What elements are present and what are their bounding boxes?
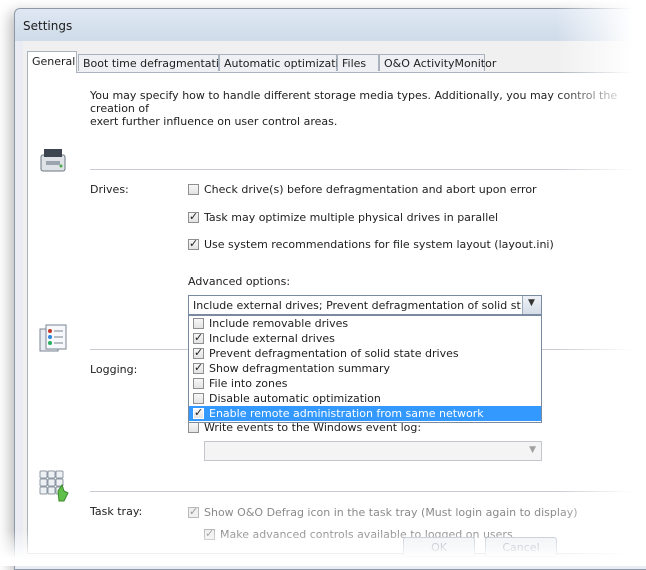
advanced-option-removable[interactable]: Include removable drives <box>189 316 541 331</box>
advanced-option-label: Disable automatic optimization <box>209 392 381 405</box>
separator <box>90 169 646 170</box>
intro-line-2: exert further influence on user control … <box>90 115 338 128</box>
advanced-option-summary[interactable]: ✓ Show defragmentation summary <box>189 361 541 376</box>
advanced-option-remote-admin[interactable]: ✓ Enable remote administration from same… <box>189 406 541 421</box>
window-title: Settings <box>23 19 73 33</box>
general-tab-page: You may specify how to handle different … <box>27 72 646 554</box>
checkmark-icon: ✓ <box>189 505 199 518</box>
cancel-button[interactable]: Cancel <box>485 537 557 557</box>
advanced-option-label: Prevent defragmentation of solid state d… <box>209 347 459 360</box>
checkmark-icon: ✓ <box>194 346 204 359</box>
parallel-drives-checkbox[interactable]: ✓ <box>188 210 199 223</box>
title-bar[interactable]: Settings <box>15 9 646 41</box>
dialog-client: General Boot time defragmentation Automa… <box>23 41 646 561</box>
advanced-controls-checkbox[interactable]: ✓ <box>204 527 215 540</box>
advanced-options-label: Advanced options: <box>188 275 291 288</box>
advanced-option-label: Enable remote administration from same n… <box>209 407 484 420</box>
write-events-checkbox[interactable] <box>188 422 199 433</box>
separator <box>90 491 646 492</box>
advanced-options-value: Include external drives; Prevent defragm… <box>193 299 521 312</box>
advanced-options-dropdown: Include removable drives ✓ Include exter… <box>188 315 542 423</box>
parallel-drives-label: Task may optimize multiple physical driv… <box>204 211 499 224</box>
ok-button[interactable]: OK <box>403 537 475 557</box>
tab-boot-time-defragmentation[interactable]: Boot time defragmentation <box>78 54 233 71</box>
tab-activitymonitor[interactable]: O&O ActivityMonitor <box>379 54 496 71</box>
show-tray-icon-checkbox[interactable]: ✓ <box>188 505 199 518</box>
advanced-option-external[interactable]: ✓ Include external drives <box>189 331 541 346</box>
checkmark-icon: ✓ <box>194 331 204 344</box>
external-checkbox[interactable]: ✓ <box>193 331 204 344</box>
intro-text: You may specify how to handle different … <box>90 89 646 128</box>
log-icon <box>39 324 67 352</box>
dropdown-arrow-icon: ▼ <box>529 445 536 455</box>
checkmark-icon: ✓ <box>194 406 204 419</box>
layout-ini-label: Use system recommendations for file syst… <box>204 238 554 251</box>
settings-window: Settings General Boot time defragmentati… <box>14 8 646 570</box>
advanced-option-label: Include removable drives <box>209 317 349 330</box>
check-drives-checkbox[interactable] <box>188 184 199 195</box>
tab-automatic-optimization[interactable]: Automatic optimization <box>219 54 352 71</box>
summary-checkbox[interactable]: ✓ <box>193 361 204 374</box>
keypad-icon <box>39 470 69 502</box>
drive-icon <box>40 149 66 172</box>
layout-ini-checkbox[interactable]: ✓ <box>188 237 199 250</box>
advanced-option-label: Show defragmentation summary <box>209 362 391 375</box>
checkmark-icon: ✓ <box>189 237 199 250</box>
removable-checkbox[interactable] <box>193 318 204 329</box>
tab-files[interactable]: Files <box>337 54 379 71</box>
advanced-options-combobox[interactable]: Include external drives; Prevent defragm… <box>188 295 542 315</box>
remote-admin-checkbox[interactable]: ✓ <box>193 406 204 419</box>
dropdown-arrow-icon[interactable]: ▼ <box>522 296 541 314</box>
check-drives-label: Check drive(s) before defragmentation an… <box>204 183 537 196</box>
zones-checkbox[interactable] <box>193 378 204 389</box>
advanced-option-label: Include external drives <box>209 332 335 345</box>
intro-line-1: You may specify how to handle different … <box>90 89 618 115</box>
advanced-option-label: File into zones <box>209 377 288 390</box>
event-log-combobox[interactable]: ▼ <box>204 441 542 461</box>
drives-label: Drives: <box>90 183 129 196</box>
ssd-checkbox[interactable]: ✓ <box>193 346 204 359</box>
task-tray-label: Task tray: <box>90 505 143 518</box>
logging-label: Logging: <box>90 363 138 376</box>
advanced-option-disable-auto[interactable]: Disable automatic optimization <box>189 391 541 406</box>
advanced-option-ssd[interactable]: ✓ Prevent defragmentation of solid state… <box>189 346 541 361</box>
tab-general[interactable]: General <box>27 51 77 73</box>
checkmark-icon: ✓ <box>205 527 215 540</box>
checkmark-icon: ✓ <box>194 361 204 374</box>
checkmark-icon: ✓ <box>189 210 199 223</box>
advanced-option-zones[interactable]: File into zones <box>189 376 541 391</box>
disable-auto-checkbox[interactable] <box>193 393 204 404</box>
show-tray-icon-label: Show O&O Defrag icon in the task tray (M… <box>204 506 578 519</box>
